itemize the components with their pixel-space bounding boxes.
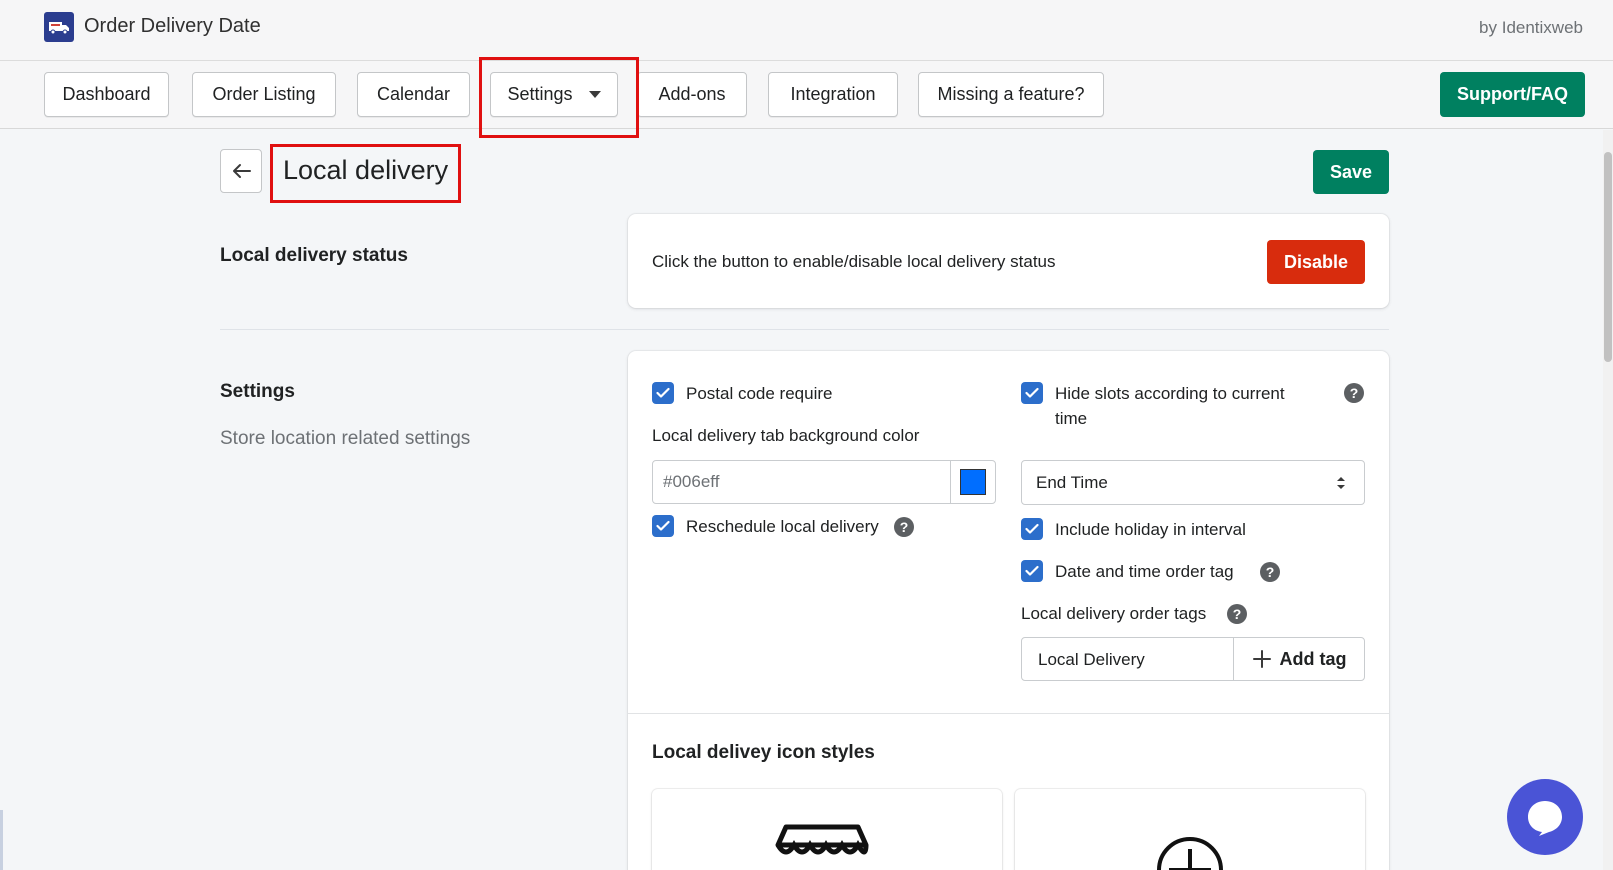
- include-holiday-label: Include holiday in interval: [1055, 520, 1246, 539]
- tab-order-listing[interactable]: Order Listing: [192, 72, 336, 117]
- help-icon[interactable]: ?: [1227, 604, 1247, 624]
- tab-label: Add-ons: [658, 84, 726, 104]
- tab-label: Missing a feature?: [937, 84, 1085, 104]
- slot-time-select[interactable]: End Time: [1021, 460, 1365, 505]
- reschedule-label: Reschedule local delivery: [686, 517, 879, 536]
- tab-settings[interactable]: Settings: [490, 72, 618, 117]
- bg-color-value: #006eff: [663, 472, 720, 491]
- save-button[interactable]: Save: [1313, 150, 1389, 194]
- status-description: Click the button to enable/disable local…: [652, 252, 1056, 271]
- bg-color-label: Local delivery tab background color: [652, 426, 920, 445]
- postal-code-label: Postal code require: [686, 384, 833, 403]
- include-holiday-checkbox[interactable]: [1021, 518, 1043, 540]
- checkmark-icon: [656, 520, 670, 531]
- back-button[interactable]: [220, 149, 262, 193]
- reschedule-checkbox[interactable]: [652, 515, 674, 537]
- nav-bar: Dashboard Order Listing Calendar Setting…: [0, 61, 1613, 129]
- checkmark-icon: [1025, 387, 1039, 398]
- tab-calendar[interactable]: Calendar: [357, 72, 470, 117]
- tab-label: Order Listing: [212, 84, 316, 104]
- arrow-left-icon: [233, 164, 251, 178]
- icon-style-option-storefront[interactable]: [652, 789, 1002, 870]
- caret-down-icon: [588, 91, 601, 98]
- help-icon[interactable]: ?: [894, 517, 914, 537]
- tab-missing-feature[interactable]: Missing a feature?: [918, 72, 1104, 117]
- date-time-tag-checkbox[interactable]: [1021, 560, 1043, 582]
- checkmark-icon: [1025, 523, 1039, 534]
- icon-styles-title: Local delivey icon styles: [652, 742, 875, 763]
- order-tag-value: Local Delivery: [1038, 650, 1145, 669]
- add-tag-button[interactable]: Add tag: [1233, 638, 1364, 680]
- order-tags-label: Local delivery order tags: [1021, 604, 1207, 623]
- support-faq-button[interactable]: Support/FAQ: [1440, 72, 1585, 117]
- help-icon[interactable]: ?: [1344, 383, 1364, 403]
- checkmark-icon: [656, 387, 670, 398]
- chat-button[interactable]: [1507, 779, 1583, 855]
- date-time-tag-label: Date and time order tag: [1055, 562, 1234, 581]
- slot-time-select-value: End Time: [1036, 473, 1108, 492]
- plus-circle-icon: [1157, 837, 1223, 870]
- scrollbar-thumb[interactable]: [1604, 152, 1612, 362]
- help-icon[interactable]: ?: [1260, 562, 1280, 582]
- delivery-truck-icon: [44, 12, 74, 42]
- status-section-title: Local delivery status: [220, 245, 408, 266]
- hide-slots-label: Hide slots according to current: [1055, 384, 1285, 403]
- tab-label: Dashboard: [62, 84, 151, 104]
- app-vendor: by Identixweb: [1479, 18, 1583, 37]
- section-divider: [220, 329, 1389, 330]
- tab-label: Integration: [790, 84, 876, 104]
- chat-bubble-icon: [1528, 801, 1562, 836]
- select-arrows-icon: [1337, 477, 1345, 489]
- tab-add-ons[interactable]: Add-ons: [637, 72, 747, 117]
- color-picker-button[interactable]: [950, 461, 995, 503]
- app-title: Order Delivery Date: [84, 15, 261, 37]
- tab-dashboard[interactable]: Dashboard: [44, 72, 169, 117]
- hide-slots-checkbox[interactable]: [1021, 382, 1043, 404]
- card-section-divider: [628, 713, 1389, 714]
- tab-label: Calendar: [376, 84, 451, 104]
- tab-label: Settings: [507, 84, 573, 104]
- settings-section-title: Settings: [220, 381, 295, 402]
- postal-code-checkbox[interactable]: [652, 382, 674, 404]
- icon-style-option-plus[interactable]: [1015, 789, 1365, 870]
- checkmark-icon: [1025, 565, 1039, 576]
- plus-icon: [1252, 650, 1271, 668]
- color-swatch: [960, 469, 986, 495]
- storefront-awning-icon: [775, 824, 869, 855]
- order-tag-field[interactable]: Local Delivery Add tag: [1021, 637, 1365, 681]
- bg-color-field[interactable]: #006eff: [652, 460, 996, 504]
- tab-integration[interactable]: Integration: [768, 72, 898, 117]
- hide-slots-label-line2: time: [1055, 409, 1088, 428]
- disable-button[interactable]: Disable: [1267, 240, 1365, 284]
- add-tag-label: Add tag: [1279, 648, 1347, 669]
- page-title: Local delivery: [283, 155, 449, 185]
- app-header: Order Delivery Date by Identixweb: [0, 0, 1613, 61]
- settings-section-subtitle: Store location related settings: [220, 428, 471, 449]
- window-edge: [0, 810, 3, 870]
